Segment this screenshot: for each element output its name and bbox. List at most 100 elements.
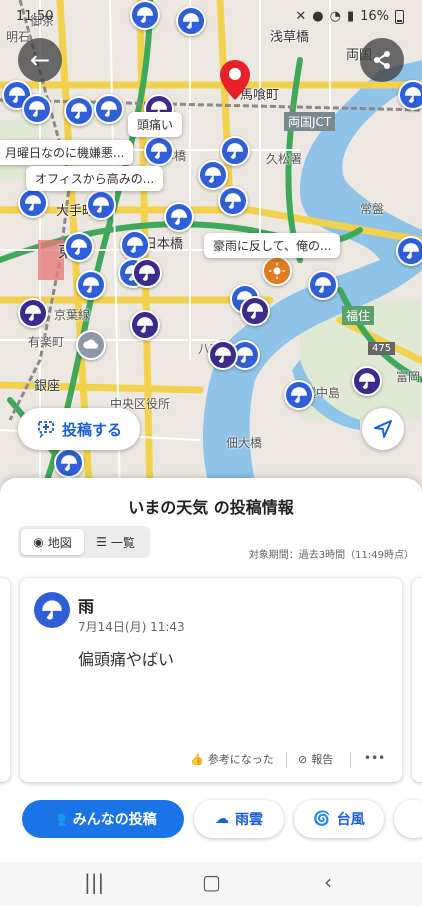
umbrella-marker[interactable] (308, 270, 338, 300)
heavy-rain-marker[interactable] (18, 298, 48, 328)
prev-post-card[interactable] (0, 578, 10, 782)
post-button-label: 投稿する (61, 420, 122, 439)
back-button[interactable]: ← (18, 38, 62, 82)
rain-cloud-icon: ☁ (215, 811, 229, 827)
chip-more[interactable] (394, 800, 422, 838)
map-pin-icon: ◉ (33, 535, 44, 549)
place-ginza: 銀座 (34, 379, 61, 394)
location-icon: ● (312, 9, 324, 24)
post-button[interactable]: 投稿する (18, 408, 140, 450)
status-bar: 11:50 ✕ ● ◔ ▮ 16% (0, 0, 422, 30)
helpful-label: 参考になった (207, 753, 274, 766)
typhoon-icon: 🌀 (313, 811, 331, 827)
view-map-label: 地図 (47, 535, 72, 550)
post-bubble[interactable]: 月曜日なのに機嫌悪... (0, 140, 134, 165)
place-keiyo: 京葉線 (54, 308, 91, 322)
umbrella-marker[interactable] (64, 96, 94, 126)
umbrella-marker[interactable] (120, 230, 150, 260)
umbrella-marker[interactable] (64, 232, 94, 262)
share-button[interactable] (360, 38, 404, 82)
next-post-card[interactable] (412, 578, 422, 782)
post-bubble[interactable]: オフィスから高みの... (26, 166, 164, 191)
post-category: 雨 (78, 597, 95, 616)
status-time: 11:50 (16, 9, 54, 24)
place-tsukuda: 佃大橋 (226, 436, 263, 450)
current-location-button[interactable] (362, 408, 404, 450)
post-add-icon (38, 421, 54, 439)
heavy-rain-marker[interactable] (132, 258, 162, 288)
chip-typhoon-label: 台風 (336, 812, 365, 828)
heavy-rain-marker[interactable] (240, 296, 270, 326)
chip-typhoon[interactable]: 🌀 台風 (294, 800, 384, 838)
post-bubble[interactable]: 豪雨に反して、俺の... (204, 233, 341, 258)
umbrella-marker[interactable] (22, 94, 52, 124)
umbrella-marker[interactable] (76, 270, 106, 300)
system-nav-bar: ||| ▢ ‹ (0, 862, 422, 906)
umbrella-marker[interactable] (220, 136, 250, 166)
route-475: 475 (368, 342, 396, 355)
umbrella-marker[interactable] (198, 160, 228, 190)
umbrella-marker[interactable] (54, 448, 84, 478)
umbrella-marker[interactable] (94, 94, 124, 124)
status-icons: ✕ ● ◔ ▮ 16% (295, 9, 404, 24)
mute-icon: ✕ (295, 9, 307, 24)
arrow-left-icon: ← (29, 46, 51, 74)
divider (286, 752, 287, 768)
umbrella-marker[interactable] (284, 380, 314, 410)
battery-text: 16% (360, 9, 389, 24)
report-button[interactable]: ⊘ 報告 (298, 751, 333, 767)
view-map-tab[interactable]: ◉ 地図 (21, 529, 84, 555)
post-card[interactable]: 雨 7月14日(月) 11:43 偏頭痛やばい 👍 参考になった ⊘ 報告 ••… (20, 578, 402, 782)
list-icon: ☰ (96, 535, 107, 549)
place-tomioka: 富岡 (396, 370, 421, 384)
umbrella-marker[interactable] (396, 236, 422, 266)
heavy-rain-marker[interactable] (208, 340, 238, 370)
period-text: 対象期間：過去3時間（11:49時点） (248, 550, 414, 561)
home-icon[interactable]: ▢ (202, 870, 221, 894)
post-bubble[interactable]: 頭痛い (128, 112, 183, 137)
place-hisamatsu: 久松署 (266, 152, 303, 166)
umbrella-marker[interactable] (398, 80, 422, 110)
post-body: 偏頭痛やばい (78, 650, 175, 669)
helpful-button[interactable]: 👍 参考になった (190, 751, 274, 767)
umbrella-marker[interactable] (86, 190, 116, 220)
place-fukuzumi: 福住 (342, 306, 375, 325)
divider (350, 752, 351, 768)
heavy-rain-marker[interactable] (352, 366, 382, 396)
sun-marker[interactable] (262, 256, 292, 286)
place-yurakucho: 有楽町 (28, 335, 65, 349)
umbrella-icon (34, 592, 70, 628)
battery-icon (395, 9, 404, 24)
place-ryogoku-jct: 両国JCT (284, 112, 336, 131)
chip-rain-cloud[interactable]: ☁ 雨雲 (194, 800, 284, 838)
navigation-arrow-icon (374, 420, 392, 438)
chip-everyone-label: みんなの投稿 (72, 812, 157, 828)
signal-icon: ▮ (346, 9, 355, 24)
heavy-rain-marker[interactable] (130, 310, 160, 340)
report-label: 報告 (311, 753, 334, 766)
umbrella-marker[interactable] (218, 186, 248, 216)
recent-apps-icon[interactable]: ||| (84, 870, 104, 894)
post-date: 7月14日(月) 11:43 (78, 620, 185, 634)
weather-map[interactable]: 浅草橋 両国 馬喰町 両国JCT 本橋 久松署 常盤 大手町 日本橋 中村 京葉… (0, 0, 422, 500)
more-button[interactable]: ••• (364, 751, 385, 765)
view-list-label: 一覧 (110, 535, 135, 550)
sheet-title: いまの天気 の投稿情報 (128, 498, 294, 517)
thumbs-up-icon: 👍 (190, 752, 204, 766)
block-icon: ⊘ (298, 752, 308, 766)
layer-chips: 👥 みんなの投稿 ☁ 雨雲 🌀 台風 (0, 800, 422, 840)
view-toggle: ◉ 地図 ☰ 一覧 (18, 526, 150, 558)
group-icon: 👥 (49, 811, 67, 827)
share-icon (374, 51, 390, 69)
place-tokiwa: 常盤 (360, 202, 385, 216)
view-list-tab[interactable]: ☰ 一覧 (84, 529, 147, 555)
umbrella-marker[interactable] (164, 202, 194, 232)
location-pin-icon[interactable] (218, 58, 252, 102)
chip-rain-cloud-label: 雨雲 (235, 812, 263, 828)
umbrella-marker[interactable] (144, 136, 174, 166)
chip-everyone[interactable]: 👥 みんなの投稿 (22, 800, 184, 838)
post-actions: 👍 参考になった ⊘ 報告 ••• (20, 748, 402, 770)
umbrella-marker[interactable] (18, 188, 48, 218)
back-nav-icon[interactable]: ‹ (324, 870, 332, 894)
cloud-marker[interactable] (76, 330, 106, 360)
